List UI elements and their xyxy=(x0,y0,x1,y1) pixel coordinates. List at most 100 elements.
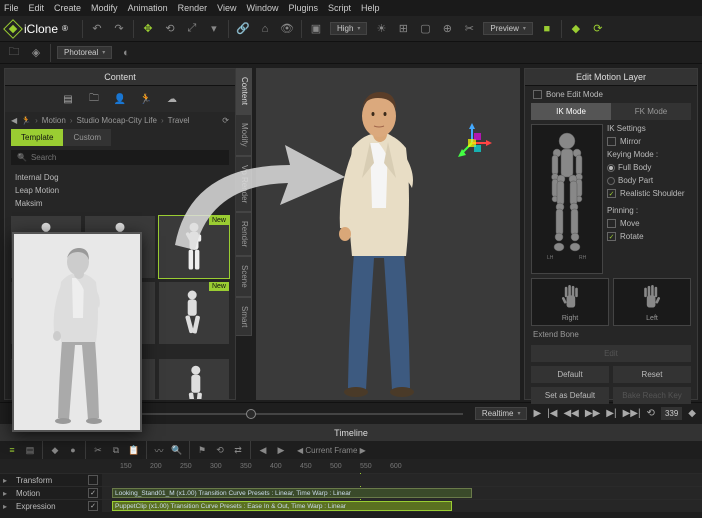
menu-animation[interactable]: Animation xyxy=(128,3,168,13)
tl-loop-icon[interactable]: ⟲ xyxy=(214,444,226,456)
motion-track[interactable]: Looking_Stand01_M (x1.00) Transition Cur… xyxy=(102,487,702,499)
cat-avatar-icon[interactable]: 👤 xyxy=(113,92,127,106)
expression-clip[interactable]: PuppetClip (x1.00) Transition Curve Pres… xyxy=(112,501,452,511)
breadcrumb-seg[interactable]: Studio Mocap-City Life xyxy=(76,116,156,125)
menu-help[interactable]: Help xyxy=(361,3,380,13)
realistic-shoulder-checkbox[interactable]: ✓ xyxy=(607,189,616,198)
tl-cut-icon[interactable]: ✂ xyxy=(92,444,104,456)
vtab-modify[interactable]: Modify xyxy=(236,114,252,156)
cat-template-icon[interactable]: ▤ xyxy=(61,92,75,106)
search-field[interactable] xyxy=(31,153,223,162)
right-hand-view[interactable]: Right xyxy=(531,278,609,326)
character-model[interactable] xyxy=(304,78,454,398)
tl-record-icon[interactable]: ● xyxy=(67,444,79,456)
tree-item[interactable]: Leap Motion xyxy=(15,184,225,197)
sync-icon[interactable]: ⟳ xyxy=(590,21,606,37)
menu-render[interactable]: Render xyxy=(178,3,208,13)
menu-edit[interactable]: Edit xyxy=(29,3,45,13)
shading-icon[interactable]: ◐ xyxy=(118,45,134,61)
track-vis-checkbox[interactable]: ✓ xyxy=(88,501,98,511)
slider-thumb[interactable] xyxy=(246,409,256,419)
quality-select[interactable]: High xyxy=(330,22,367,35)
folder-icon[interactable]: 🗀 xyxy=(6,45,22,61)
snap-icon[interactable]: ✂ xyxy=(461,21,477,37)
breadcrumb-seg[interactable]: Travel xyxy=(168,116,190,125)
menu-modify[interactable]: Modify xyxy=(91,3,118,13)
expand-icon[interactable]: ▸ xyxy=(0,489,10,498)
move-checkbox[interactable] xyxy=(607,219,616,228)
vtab-render[interactable]: Render xyxy=(236,212,252,256)
tree-item[interactable]: Internal Dog xyxy=(15,171,225,184)
expand-icon[interactable]: ▸ xyxy=(0,476,10,485)
box-icon[interactable]: ▢ xyxy=(417,21,433,37)
menu-file[interactable]: File xyxy=(4,3,19,13)
rotate-tool-icon[interactable]: ⟲ xyxy=(162,21,178,37)
track-label-motion[interactable]: Motion xyxy=(10,489,88,498)
vtab-scene[interactable]: Scene xyxy=(236,256,252,297)
vtab-content[interactable]: Content xyxy=(236,68,252,114)
tl-ab-icon[interactable]: ⇄ xyxy=(232,444,244,456)
target-icon[interactable]: ⊕ xyxy=(439,21,455,37)
mannequin-view[interactable]: LH RH xyxy=(531,124,603,274)
breadcrumb-root-icon[interactable]: 🏃 xyxy=(21,116,31,125)
reset-button[interactable]: Reset xyxy=(613,366,691,383)
set-default-button[interactable]: Set as Default xyxy=(531,387,609,404)
menu-view[interactable]: View xyxy=(217,3,236,13)
prev-key-button[interactable]: |◀ xyxy=(547,408,557,419)
motion-clip[interactable]: Looking_Stand01_M (x1.00) Transition Cur… xyxy=(112,488,472,498)
search-input[interactable] xyxy=(11,150,229,165)
timeline-ruler[interactable]: 150200250300350400450500550600 xyxy=(0,459,702,473)
loop-button[interactable]: ⟲ xyxy=(647,408,655,419)
motion-thumb[interactable]: New xyxy=(159,216,229,278)
preview-select[interactable]: Preview xyxy=(483,22,532,35)
tab-custom[interactable]: Custom xyxy=(63,129,111,146)
folder-tree[interactable]: Internal Dog Leap Motion Maksim xyxy=(5,169,235,212)
grid-icon[interactable]: ⊞ xyxy=(395,21,411,37)
tl-marker-icon[interactable]: ⚑ xyxy=(196,444,208,456)
sun-icon[interactable]: ☀ xyxy=(373,21,389,37)
default-button[interactable]: Default xyxy=(531,366,609,383)
key-button[interactable]: ◆ xyxy=(688,408,696,419)
cat-cloud-icon[interactable]: ☁ xyxy=(165,92,179,106)
transform-gizmo[interactable] xyxy=(452,123,492,163)
render-mode-select[interactable]: Photoreal xyxy=(57,46,112,59)
fk-mode-tab[interactable]: FK Mode xyxy=(611,103,691,120)
tl-track-icon[interactable]: ≡ xyxy=(6,444,18,456)
body-part-radio[interactable] xyxy=(607,177,615,185)
back-icon[interactable]: ◀ xyxy=(11,116,17,125)
track-label-expression[interactable]: Expression xyxy=(10,502,88,511)
eye-icon[interactable]: 👁 xyxy=(279,21,295,37)
next-key-button[interactable]: ▶| xyxy=(606,408,616,419)
ik-mode-tab[interactable]: IK Mode xyxy=(531,103,611,120)
step-back-button[interactable]: ◀◀ xyxy=(563,408,578,419)
layout-icon[interactable]: ▣ xyxy=(308,21,324,37)
menu-script[interactable]: Script xyxy=(328,3,351,13)
motion-thumb[interactable]: New xyxy=(159,282,229,344)
expression-track[interactable]: PuppetClip (x1.00) Transition Curve Pres… xyxy=(102,500,702,512)
move-tool-icon[interactable]: ✥ xyxy=(140,21,156,37)
tl-key-icon[interactable]: ◆ xyxy=(49,444,61,456)
play-button[interactable]: ▶ xyxy=(533,408,541,419)
tl-paste-icon[interactable]: 📋 xyxy=(128,444,140,456)
track-label-transform[interactable]: Transform xyxy=(10,476,88,485)
tl-copy-icon[interactable]: ⧉ xyxy=(110,444,122,456)
cube-icon[interactable]: ◈ xyxy=(28,45,44,61)
undo-icon[interactable]: ↶ xyxy=(89,21,105,37)
tab-template[interactable]: Template xyxy=(11,129,63,146)
tl-curve-icon[interactable]: 〰 xyxy=(153,444,165,456)
menu-plugins[interactable]: Plugins xyxy=(289,3,319,13)
scale-tool-icon[interactable]: ⤢ xyxy=(184,21,200,37)
realtime-select[interactable]: Realtime xyxy=(475,407,528,420)
tree-item[interactable]: Maksim xyxy=(15,197,225,210)
track-vis-checkbox[interactable]: ✓ xyxy=(88,488,98,498)
current-frame-field[interactable]: 339 xyxy=(661,407,682,420)
link-tool-icon[interactable]: 🔗 xyxy=(235,21,251,37)
track-vis-checkbox[interactable] xyxy=(88,475,98,485)
vtab-vprender[interactable]: Vp Render xyxy=(236,156,252,212)
tl-filter-icon[interactable]: ▤ xyxy=(24,444,36,456)
edit-button[interactable]: Edit xyxy=(531,345,691,362)
bone-edit-checkbox[interactable] xyxy=(533,90,542,99)
cat-folder-icon[interactable]: 🗀 xyxy=(87,92,101,106)
3d-viewport[interactable] xyxy=(256,68,520,400)
transform-track[interactable] xyxy=(102,474,702,486)
